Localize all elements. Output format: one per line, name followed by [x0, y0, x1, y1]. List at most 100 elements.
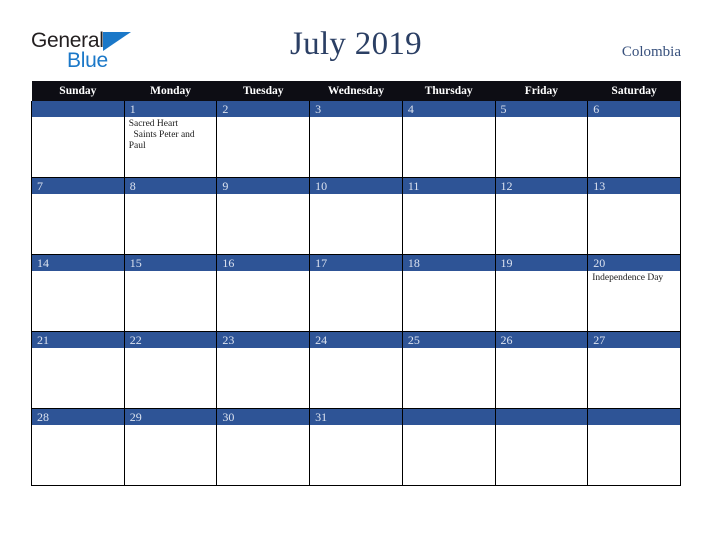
calendar-day-cell[interactable]: 6: [587, 101, 681, 178]
day-number: 27: [588, 332, 680, 348]
calendar-empty-cell: [494, 408, 589, 486]
day-number: 16: [217, 255, 310, 271]
day-number: 25: [402, 332, 495, 348]
calendar-day-cell[interactable]: 18: [401, 254, 496, 332]
day-number: 19: [495, 255, 588, 271]
calendar-day-cell[interactable]: 22: [123, 331, 218, 409]
day-cell-content: [495, 409, 588, 485]
day-cell-content: 21: [32, 332, 124, 408]
calendar-day-cell[interactable]: 25: [401, 331, 496, 409]
calendar-body: 1 Sacred Heart Saints Peter and Paul 2 3 4 5 6…: [31, 101, 681, 486]
holiday-list: Sacred Heart Saints Peter and Paul: [125, 117, 217, 152]
day-number: 10: [310, 178, 402, 194]
day-number: 9: [217, 178, 310, 194]
day-cell-content: 3: [310, 101, 402, 177]
calendar-week-row: 28 29 30 31: [31, 408, 681, 486]
day-cell-content: 31: [310, 409, 402, 485]
day-number: 1: [124, 101, 217, 117]
holiday-label: Sacred Heart: [128, 119, 179, 129]
calendar-day-cell[interactable]: 17: [309, 254, 403, 332]
day-number: 8: [124, 178, 217, 194]
day-cell-content: 13: [588, 178, 680, 254]
calendar-day-cell[interactable]: 28: [31, 408, 125, 486]
calendar-weekday-friday: Friday: [495, 81, 588, 101]
day-cell-content: 19: [495, 255, 588, 331]
calendar-day-cell[interactable]: 9: [216, 177, 311, 255]
calendar-weekday-tuesday: Tuesday: [216, 81, 310, 101]
day-number: [495, 409, 588, 425]
day-cell-content: 25: [402, 332, 495, 408]
day-number: 21: [32, 332, 124, 348]
day-number: 18: [402, 255, 495, 271]
day-cell-content: [588, 409, 680, 485]
calendar-day-cell[interactable]: 12: [494, 177, 589, 255]
day-cell-content: 20 Independence Day: [588, 255, 680, 331]
day-number: 14: [32, 255, 124, 271]
calendar-day-cell[interactable]: 20 Independence Day: [587, 254, 681, 332]
day-cell-content: 6: [588, 101, 680, 177]
day-number: [588, 409, 680, 425]
calendar-day-cell[interactable]: 11: [401, 177, 496, 255]
day-cell-content: 11: [402, 178, 495, 254]
day-cell-content: 29: [124, 409, 217, 485]
calendar-day-cell[interactable]: 8: [123, 177, 218, 255]
day-number: [32, 101, 124, 117]
page-header: General Blue July 2019 Colombia: [0, 0, 712, 78]
calendar-day-cell[interactable]: 1 Sacred Heart Saints Peter and Paul: [123, 101, 218, 178]
calendar-empty-cell: [31, 101, 125, 178]
day-number: 26: [495, 332, 588, 348]
calendar-day-cell[interactable]: 7: [31, 177, 125, 255]
day-number: 7: [32, 178, 124, 194]
day-cell-content: 12: [495, 178, 588, 254]
day-cell-content: 16: [217, 255, 310, 331]
calendar-weekday-header-row: Sunday Monday Tuesday Wednesday Thursday Frid…: [31, 81, 681, 101]
calendar-day-cell[interactable]: 19: [494, 254, 589, 332]
day-number: 3: [310, 101, 402, 117]
calendar-week-row: 21 22 23 24 25 26 27: [31, 331, 681, 409]
holiday-list: Independence Day: [588, 271, 680, 284]
calendar-day-cell[interactable]: 21: [31, 331, 125, 409]
calendar-day-cell[interactable]: 31: [309, 408, 403, 486]
day-cell-content: 14: [32, 255, 124, 331]
day-cell-content: 18: [402, 255, 495, 331]
day-number: 15: [124, 255, 217, 271]
calendar-day-cell[interactable]: 10: [309, 177, 403, 255]
calendar-day-cell[interactable]: 27: [587, 331, 681, 409]
calendar-weekday-wednesday: Wednesday: [309, 81, 403, 101]
calendar-day-cell[interactable]: 2: [216, 101, 311, 178]
day-number: 31: [310, 409, 402, 425]
calendar-day-cell[interactable]: 26: [494, 331, 589, 409]
day-cell-content: 9: [217, 178, 310, 254]
calendar-day-cell[interactable]: 24: [309, 331, 403, 409]
day-cell-content: [402, 409, 495, 485]
day-cell-content: 17: [310, 255, 402, 331]
calendar-day-cell[interactable]: 14: [31, 254, 125, 332]
calendar-day-cell[interactable]: 16: [216, 254, 311, 332]
calendar-weekday-saturday: Saturday: [587, 81, 681, 101]
calendar-day-cell[interactable]: 30: [216, 408, 311, 486]
day-cell-content: [32, 101, 124, 177]
day-cell-content: 2: [217, 101, 310, 177]
calendar-day-cell[interactable]: 15: [123, 254, 218, 332]
day-cell-content: 23: [217, 332, 310, 408]
calendar-grid: Sunday Monday Tuesday Wednesday Thursday Frid…: [31, 81, 681, 486]
calendar-week-row: 14 15 16 17 18 19 20 Independence Day: [31, 254, 681, 332]
day-number: 20: [588, 255, 680, 271]
day-number: 24: [310, 332, 402, 348]
calendar-day-cell[interactable]: 13: [587, 177, 681, 255]
calendar-week-row: 7 8 9 10 11 12 13: [31, 177, 681, 255]
day-cell-content: 30: [217, 409, 310, 485]
day-number: 11: [402, 178, 495, 194]
day-number: 2: [217, 101, 310, 117]
day-number: 23: [217, 332, 310, 348]
calendar-weekday-sunday: Sunday: [31, 81, 125, 101]
calendar-empty-cell: [587, 408, 681, 486]
calendar-day-cell[interactable]: 29: [123, 408, 218, 486]
day-cell-content: 4: [402, 101, 495, 177]
holiday-label: Saints Peter and Paul: [128, 130, 198, 151]
calendar-day-cell[interactable]: 4: [401, 101, 496, 178]
calendar-day-cell[interactable]: 5: [494, 101, 589, 178]
day-number: 28: [32, 409, 124, 425]
calendar-day-cell[interactable]: 3: [309, 101, 403, 178]
calendar-day-cell[interactable]: 23: [216, 331, 311, 409]
